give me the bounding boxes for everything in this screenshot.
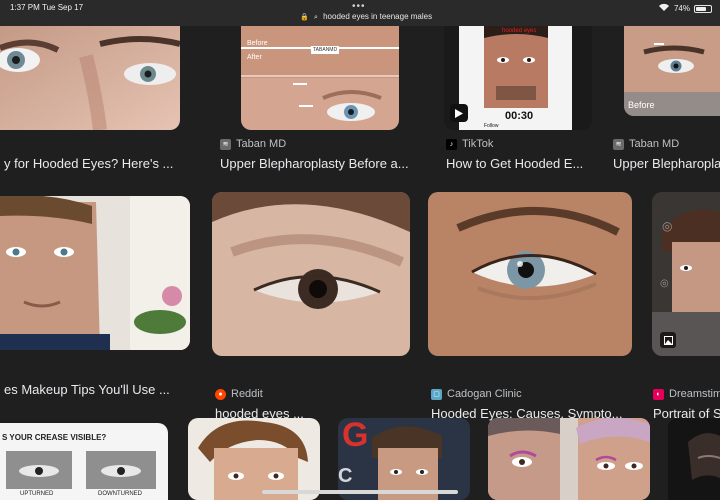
svg-text:C: C (338, 465, 352, 487)
result-thumbnail[interactable]: Before After TABANMD (241, 26, 399, 130)
overlay-before: Before (628, 100, 655, 110)
address-text: hooded eyes in teenage males (323, 12, 433, 21)
battery-percent: 74% (673, 4, 690, 13)
result-source[interactable]: ≋ Taban MD (613, 138, 679, 150)
result-thumbnail[interactable] (0, 196, 190, 350)
overlay-heading: hooded eyes (502, 28, 537, 34)
image-results-grid: y for Hooded Eyes? Here's ... Before Aft… (0, 26, 720, 500)
overlay-watermark: TABANMD (311, 46, 340, 54)
wifi-icon (658, 3, 670, 14)
result-thumbnail[interactable]: G C (338, 418, 470, 500)
svg-text:◎: ◎ (660, 278, 669, 289)
result-thumbnail[interactable] (668, 418, 720, 500)
overlay-upturned: UPTURNED (20, 491, 54, 497)
result-source-label: Taban MD (236, 138, 287, 150)
address-bar[interactable]: 🔒 ⌕ hooded eyes in teenage males (300, 12, 432, 22)
result-source[interactable]: ▢ Cadogan Clinic (431, 388, 522, 400)
result-thumbnail[interactable]: S YOUR CREASE VISIBLE? UPTURNED DOWNTURN… (0, 423, 168, 500)
result-thumbnail[interactable]: Before (624, 26, 720, 116)
overlay-timer: 00:30 (505, 110, 534, 122)
taban-md-favicon-icon: ≋ (613, 138, 624, 150)
image-icon (660, 332, 676, 348)
result-source[interactable]: ♪ TikTok (446, 138, 493, 150)
taban-md-favicon-icon: ≋ (220, 138, 231, 150)
result-thumbnail[interactable] (488, 418, 650, 500)
result-thumbnail[interactable] (428, 192, 632, 356)
tiktok-favicon-icon: ♪ (446, 138, 457, 150)
result-source[interactable]: ≋ Taban MD (220, 138, 286, 150)
result-source-label: Reddit (231, 388, 263, 400)
result-thumbnail[interactable] (0, 26, 180, 130)
svg-text:G: G (342, 418, 368, 454)
search-icon: ⌕ (313, 14, 318, 21)
result-source[interactable]: ◐ Dreamstim (653, 388, 720, 400)
result-caption[interactable]: es Makeup Tips You'll Use ... (4, 382, 170, 397)
result-source-label: Dreamstim (669, 388, 720, 400)
reddit-favicon-icon: ● (215, 388, 226, 400)
result-caption[interactable]: Upper Blepharoplasty Before a... (220, 156, 409, 171)
result-source[interactable]: ● Reddit (215, 388, 263, 400)
overlay-after: After (247, 54, 262, 61)
svg-text:◎: ◎ (662, 219, 672, 233)
multitasking-dots-icon[interactable]: ••• (352, 1, 366, 12)
status-time: 1:37 PM (10, 3, 40, 12)
battery-icon (694, 4, 712, 13)
overlay-follow: Follow (484, 123, 499, 129)
status-date: Tue Sep 17 (42, 3, 84, 12)
result-thumbnail[interactable] (212, 192, 410, 356)
result-thumbnail[interactable]: hooded eyes 00:30 Follow (444, 26, 592, 130)
result-caption[interactable]: y for Hooded Eyes? Here's ... (4, 156, 173, 171)
cadogan-clinic-favicon-icon: ▢ (431, 388, 442, 400)
result-caption[interactable]: Upper Blepharopla (613, 156, 720, 171)
overlay-heading: S YOUR CREASE VISIBLE? (2, 433, 107, 442)
result-thumbnail[interactable]: ◎ ◎ (652, 192, 720, 356)
result-source-label: TikTok (462, 138, 494, 150)
result-thumbnail[interactable] (188, 418, 320, 500)
status-bar: 1:37 PM Tue Sep 17 ••• 🔒 ⌕ hooded eyes i… (0, 0, 720, 26)
lock-icon: 🔒 (300, 14, 309, 21)
result-source-label: Taban MD (629, 138, 680, 150)
overlay-downturned: DOWNTURNED (98, 491, 142, 497)
play-icon[interactable] (450, 104, 468, 122)
battery-fill (696, 6, 706, 11)
home-indicator[interactable] (262, 490, 458, 494)
overlay-before: Before (247, 40, 268, 47)
result-source-label: Cadogan Clinic (447, 388, 522, 400)
dreamstime-favicon-icon: ◐ (653, 388, 664, 400)
result-caption[interactable]: How to Get Hooded E... (446, 156, 583, 171)
status-right: 74% (658, 3, 712, 14)
